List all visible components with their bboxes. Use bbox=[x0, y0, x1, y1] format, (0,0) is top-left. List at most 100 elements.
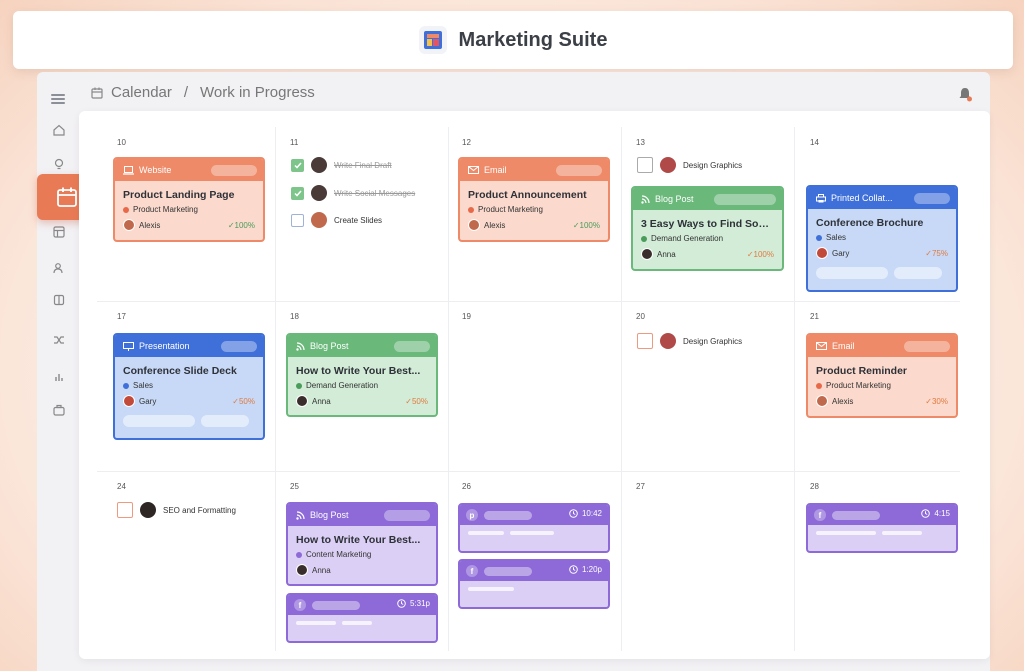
assignee-name: Anna bbox=[657, 249, 676, 259]
content-card-printed-collateral[interactable]: Printed Collat... Conference Brochure Sa… bbox=[806, 185, 958, 292]
clock-icon bbox=[397, 599, 406, 608]
card-header: Printed Collat... bbox=[808, 187, 956, 209]
card-tag-label: Content Marketing bbox=[306, 550, 372, 559]
avatar bbox=[641, 248, 653, 260]
card-type-label: Website bbox=[139, 165, 172, 175]
card-tag: Sales bbox=[816, 233, 948, 242]
app-title: Marketing Suite bbox=[458, 28, 608, 51]
checkbox[interactable] bbox=[637, 157, 653, 173]
breadcrumb-root[interactable]: Calendar bbox=[111, 84, 172, 101]
assignee-name: Anna bbox=[312, 396, 331, 406]
content-card-blog-post[interactable]: Blog Post How to Write Your Best... Cont… bbox=[286, 502, 438, 586]
day-number: 11 bbox=[290, 138, 299, 147]
checkbox[interactable] bbox=[117, 502, 133, 518]
top-bar: Calendar / Work in Progress bbox=[37, 80, 990, 110]
post-time: 4:15 bbox=[934, 509, 950, 518]
post-time: 5:31p bbox=[409, 599, 430, 608]
task-item[interactable]: SEO and Formatting bbox=[117, 502, 236, 518]
card-tag: Demand Generation bbox=[641, 234, 774, 243]
card-tag-label: Demand Generation bbox=[306, 381, 379, 390]
day-number: 21 bbox=[810, 312, 819, 321]
social-post-card[interactable]: f 5:31p bbox=[286, 593, 438, 643]
content-card-email[interactable]: Email Product Announcement Product Marke… bbox=[458, 157, 610, 242]
card-title: Product Landing Page bbox=[123, 189, 235, 201]
card-header: Blog Post bbox=[288, 504, 436, 526]
social-post-card[interactable]: f 4:15 bbox=[806, 503, 958, 553]
checkbox-checked[interactable] bbox=[291, 158, 304, 172]
facebook-icon: f bbox=[294, 599, 306, 611]
post-time: 1:20p bbox=[581, 565, 602, 574]
facebook-icon: f bbox=[814, 509, 826, 521]
day-number: 26 bbox=[462, 482, 471, 491]
task-label: Write Final Draft bbox=[334, 160, 392, 170]
avatar bbox=[660, 333, 676, 349]
card-type-label: Presentation bbox=[139, 341, 190, 351]
checkbox-checked[interactable] bbox=[291, 186, 304, 200]
task-item[interactable]: Create Slides bbox=[291, 212, 382, 228]
day-number: 27 bbox=[636, 482, 645, 491]
progress-label: ✓75% bbox=[925, 248, 948, 258]
pinterest-icon: p bbox=[466, 509, 478, 521]
avatar bbox=[123, 395, 135, 407]
card-header: Presentation bbox=[115, 335, 263, 357]
task-label: Create Slides bbox=[334, 215, 383, 225]
card-tag-label: Product Marketing bbox=[478, 205, 543, 214]
task-item[interactable]: Write Final Draft bbox=[291, 157, 392, 173]
day-number: 28 bbox=[810, 482, 819, 491]
checkbox[interactable] bbox=[291, 213, 304, 227]
app-titlebar: Marketing Suite bbox=[13, 11, 1013, 69]
checkbox[interactable] bbox=[637, 333, 653, 349]
avatar bbox=[311, 185, 327, 201]
users-icon[interactable] bbox=[51, 260, 67, 276]
card-title: Product Announcement bbox=[468, 189, 587, 201]
content-card-website[interactable]: Website Product Landing Page Product Mar… bbox=[113, 157, 265, 242]
assignee-name: Gary bbox=[832, 248, 850, 258]
avatar bbox=[140, 502, 156, 518]
analytics-icon[interactable] bbox=[51, 368, 67, 384]
card-type-label: Printed Collat... bbox=[831, 193, 893, 203]
assignee-name: Gary bbox=[139, 396, 157, 406]
book-icon[interactable] bbox=[51, 292, 67, 308]
day-number: 25 bbox=[290, 482, 299, 491]
task-item[interactable]: Design Graphics bbox=[637, 333, 742, 349]
menu-icon[interactable] bbox=[51, 94, 65, 104]
card-header: Email bbox=[808, 335, 956, 357]
task-label: SEO and Formatting bbox=[163, 505, 236, 515]
home-icon[interactable] bbox=[51, 122, 67, 138]
assignee-name: Anna bbox=[312, 565, 331, 575]
task-item[interactable]: Write Social Messages bbox=[291, 185, 415, 201]
post-time: 10:42 bbox=[581, 509, 602, 518]
task-item[interactable]: Design Graphics bbox=[637, 157, 742, 173]
card-tag: Product Marketing bbox=[816, 381, 948, 390]
board-icon[interactable] bbox=[51, 224, 67, 240]
day-number: 24 bbox=[117, 482, 126, 491]
clock-icon bbox=[569, 509, 578, 518]
card-type-label: Blog Post bbox=[655, 194, 694, 204]
facebook-icon: f bbox=[466, 565, 478, 577]
day-number: 17 bbox=[117, 312, 126, 321]
breadcrumb-current[interactable]: Work in Progress bbox=[200, 84, 315, 101]
social-post-card[interactable]: f 1:20p bbox=[458, 559, 610, 609]
social-post-card[interactable]: p 10:42 bbox=[458, 503, 610, 553]
card-title: How to Write Your Best... bbox=[296, 365, 421, 377]
card-tag: Product Marketing bbox=[468, 205, 600, 214]
shuffle-icon[interactable] bbox=[51, 332, 67, 348]
card-type-label: Blog Post bbox=[310, 510, 349, 520]
content-card-email[interactable]: Email Product Reminder Product Marketing… bbox=[806, 333, 958, 418]
content-card-blog-post[interactable]: Blog Post How to Write Your Best... Dema… bbox=[286, 333, 438, 417]
avatar bbox=[816, 247, 828, 259]
progress-label: ✓50% bbox=[232, 396, 255, 406]
card-tag: Demand Generation bbox=[296, 381, 428, 390]
content-card-blog-post[interactable]: Blog Post 3 Easy Ways to Find Social... … bbox=[631, 186, 784, 271]
notification-bell-icon[interactable] bbox=[958, 86, 972, 107]
card-tag: Sales bbox=[123, 381, 255, 390]
day-number: 20 bbox=[636, 312, 645, 321]
progress-label: ✓100% bbox=[572, 220, 600, 230]
mail-icon bbox=[816, 342, 827, 350]
card-type-label: Email bbox=[832, 341, 855, 351]
content-card-presentation[interactable]: Presentation Conference Slide Deck Sales… bbox=[113, 333, 265, 440]
avatar bbox=[311, 157, 327, 173]
card-title: How to Write Your Best... bbox=[296, 534, 421, 546]
lightbulb-icon[interactable] bbox=[51, 156, 67, 172]
briefcase-icon[interactable] bbox=[51, 402, 67, 418]
